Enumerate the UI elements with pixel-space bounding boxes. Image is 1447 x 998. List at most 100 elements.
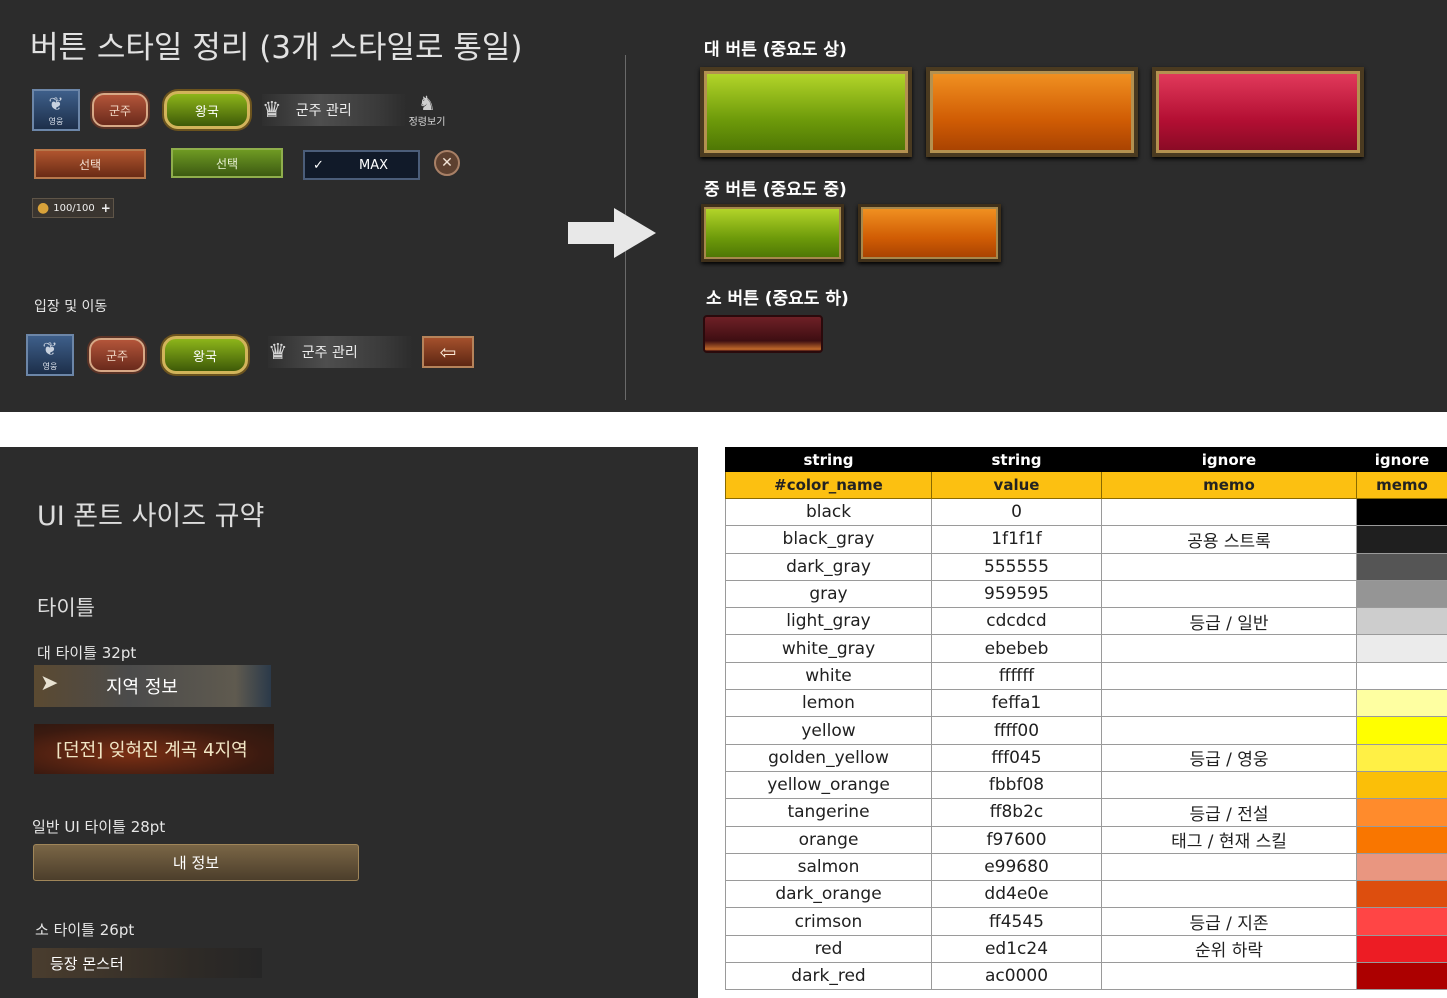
hero-label: 영웅	[48, 116, 64, 126]
table-row: crimson ff4545 등급 / 지존	[725, 907, 1447, 936]
hero-button[interactable]: ❦ 영웅	[32, 89, 80, 131]
kingdom-button[interactable]: 왕국	[164, 91, 250, 129]
table-cell-memo: 등급 / 지존	[1101, 907, 1357, 936]
table-cell-value: ac0000	[931, 962, 1102, 991]
table-row: yellow ffff00	[725, 716, 1447, 745]
hero-button-2[interactable]: ❦ 영웅	[26, 334, 74, 376]
big-green-button[interactable]	[700, 67, 912, 157]
type-row: string string ignore ignore	[725, 447, 1447, 472]
table-cell-value: 555555	[931, 552, 1102, 581]
table-row: black 0	[725, 497, 1447, 527]
column-header: memo	[1356, 471, 1447, 499]
table-row: lemon feffa1	[725, 689, 1447, 718]
mid-orange-button[interactable]	[858, 204, 1001, 262]
table-cell-name: white_gray	[725, 634, 932, 663]
table-row: dark_gray 555555	[725, 552, 1447, 581]
table-cell-name: white	[725, 661, 932, 691]
table-row: orange f97600 태그 / 현재 스킬	[725, 825, 1447, 854]
spirit-view-label: 정령보기	[408, 116, 446, 128]
check-icon: ✓	[313, 157, 324, 173]
big-button-section-label: 대 버튼 (중요도 상)	[704, 40, 847, 60]
table-cell-name: lemon	[725, 689, 932, 718]
crown-icon: ♛	[262, 97, 282, 123]
color-swatch	[1356, 770, 1447, 800]
table-cell-name: orange	[725, 825, 932, 854]
type-header: ignore	[1356, 447, 1447, 472]
color-swatch	[1356, 825, 1447, 854]
column-header: memo	[1101, 471, 1357, 499]
region-info-banner: ➤ 지역 정보	[34, 665, 271, 707]
lord-button-2[interactable]: 군주	[89, 338, 145, 372]
color-swatch	[1356, 552, 1447, 581]
table-cell-value: 0	[931, 497, 1102, 527]
dungeon-banner-text: [던전] 잊혀진 계곡 4지역	[56, 740, 248, 761]
table-row: gray 959595	[725, 579, 1447, 609]
table-cell-memo	[1101, 770, 1357, 800]
color-swatch	[1356, 661, 1447, 691]
table-cell-name: crimson	[725, 907, 932, 936]
table-cell-memo: 순위 하락	[1101, 934, 1357, 964]
font-rules-title: UI 폰트 사이즈 규약	[37, 501, 265, 532]
column-header-row: #color_name value memo memo	[725, 471, 1447, 499]
table-cell-name: dark_gray	[725, 552, 932, 581]
table-cell-memo: 공용 스트록	[1101, 525, 1357, 554]
lord-button[interactable]: 군주	[92, 93, 148, 127]
table-cell-memo	[1101, 634, 1357, 663]
back-arrow-icon[interactable]: ⇦	[422, 336, 474, 368]
table-cell-memo	[1101, 962, 1357, 991]
counter-value: 100/100	[53, 202, 95, 214]
table-cell-value: ffff00	[931, 716, 1102, 745]
table-cell-memo	[1101, 716, 1357, 745]
table-row: dark_red ac0000	[725, 962, 1447, 991]
big-red-button[interactable]	[1152, 67, 1364, 157]
close-icon[interactable]: ✕	[434, 150, 460, 176]
small-red-button[interactable]	[703, 315, 823, 353]
color-table: string string ignore ignore #color_name …	[725, 447, 1447, 991]
table-cell-memo: 등급 / 영웅	[1101, 743, 1357, 772]
select-brown-button[interactable]: 선택	[34, 149, 146, 179]
table-cell-name: black	[725, 497, 932, 527]
table-cell-value: fbbf08	[931, 770, 1102, 800]
big-orange-button[interactable]	[926, 67, 1138, 157]
table-cell-name: yellow	[725, 716, 932, 745]
color-swatch	[1356, 798, 1447, 827]
table-cell-memo: 태그 / 현재 스킬	[1101, 825, 1357, 854]
table-cell-memo	[1101, 852, 1357, 882]
lord-manage-label: 군주 관리	[301, 345, 358, 361]
lord-manage-button-2[interactable]: ♛ 군주 관리	[268, 336, 413, 368]
lord-manage-button[interactable]: ♛ 군주 관리	[262, 94, 407, 126]
lord-manage-label: 군주 관리	[295, 103, 352, 119]
resource-counter[interactable]: ● 100/100 +	[32, 198, 114, 218]
table-cell-memo	[1101, 661, 1357, 691]
table-row: black_gray 1f1f1f 공용 스트록	[725, 525, 1447, 554]
table-row: white_gray ebebeb	[725, 634, 1447, 663]
table-cell-name: yellow_orange	[725, 770, 932, 800]
small-button-section-label: 소 버튼 (중요도 하)	[706, 289, 849, 309]
color-swatch	[1356, 852, 1447, 882]
table-row: dark_orange dd4e0e	[725, 880, 1447, 909]
large-title-label: 대 타이틀 32pt	[37, 644, 137, 662]
color-swatch	[1356, 607, 1447, 636]
max-label: MAX	[358, 157, 388, 173]
kingdom-button-2[interactable]: 왕국	[162, 336, 248, 374]
table-cell-name: black_gray	[725, 525, 932, 554]
table-cell-value: ffffff	[931, 661, 1102, 691]
my-info-banner: 내 정보	[33, 844, 359, 881]
type-header: string	[725, 447, 932, 472]
hero-label: 영웅	[42, 361, 58, 371]
table-cell-value: 959595	[931, 579, 1102, 609]
table-cell-value: e99680	[931, 852, 1102, 882]
table-cell-value: ed1c24	[931, 934, 1102, 964]
spirit-view-button[interactable]: ♞ 정령보기	[402, 92, 452, 128]
select-green-button[interactable]: 선택	[171, 148, 283, 178]
column-header: value	[931, 471, 1102, 499]
color-swatch	[1356, 880, 1447, 909]
plus-icon: +	[100, 201, 111, 215]
table-cell-value: feffa1	[931, 689, 1102, 718]
column-header: #color_name	[725, 471, 932, 499]
mid-green-button[interactable]	[701, 204, 844, 262]
small-title-label: 소 타이틀 26pt	[35, 921, 135, 939]
max-button[interactable]: ✓ MAX	[303, 150, 420, 180]
table-row: golden_yellow fff045 등급 / 영웅	[725, 743, 1447, 772]
crown-icon: ♛	[268, 339, 288, 365]
